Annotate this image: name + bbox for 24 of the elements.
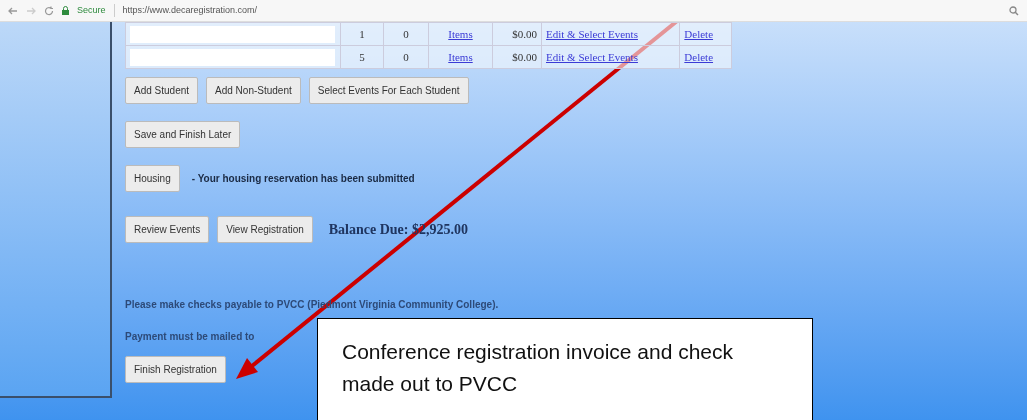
form-button[interactable]: Select Events For Each Student [308, 77, 469, 104]
url-text[interactable]: https://www.decaregistration.com/ [113, 3, 258, 18]
table-cell: 1 [340, 22, 384, 46]
security-label: Secure [77, 3, 106, 17]
zoom-icon[interactable] [1009, 5, 1019, 16]
table-cell: $0.00 [492, 45, 542, 69]
form-button[interactable]: Add Non-Student [206, 77, 301, 104]
table-cell: $0.00 [492, 22, 542, 46]
form-button[interactable]: Add Student [125, 77, 199, 104]
table-cell: 5 [340, 45, 384, 69]
form-button[interactable]: Save and Finish Later [125, 121, 241, 148]
forward-arrow-icon[interactable] [26, 5, 36, 16]
table-cell: 0 [383, 45, 429, 69]
lock-icon [62, 6, 69, 15]
form-button[interactable]: Finish Registration [125, 356, 226, 383]
callout-box: Conference registration invoice and check made out to PVCC [317, 318, 813, 420]
table-cell: 0 [383, 22, 429, 46]
back-arrow-icon[interactable] [8, 5, 18, 16]
note-text: Payment must be mailed to [125, 330, 256, 344]
form-button[interactable]: Housing [125, 165, 180, 192]
housing-status-text: - Your housing reservation has been submitted [191, 172, 415, 186]
form-button[interactable]: Review Events [125, 216, 210, 243]
reload-icon[interactable] [44, 5, 54, 16]
form-button[interactable]: View Registration [217, 216, 313, 243]
